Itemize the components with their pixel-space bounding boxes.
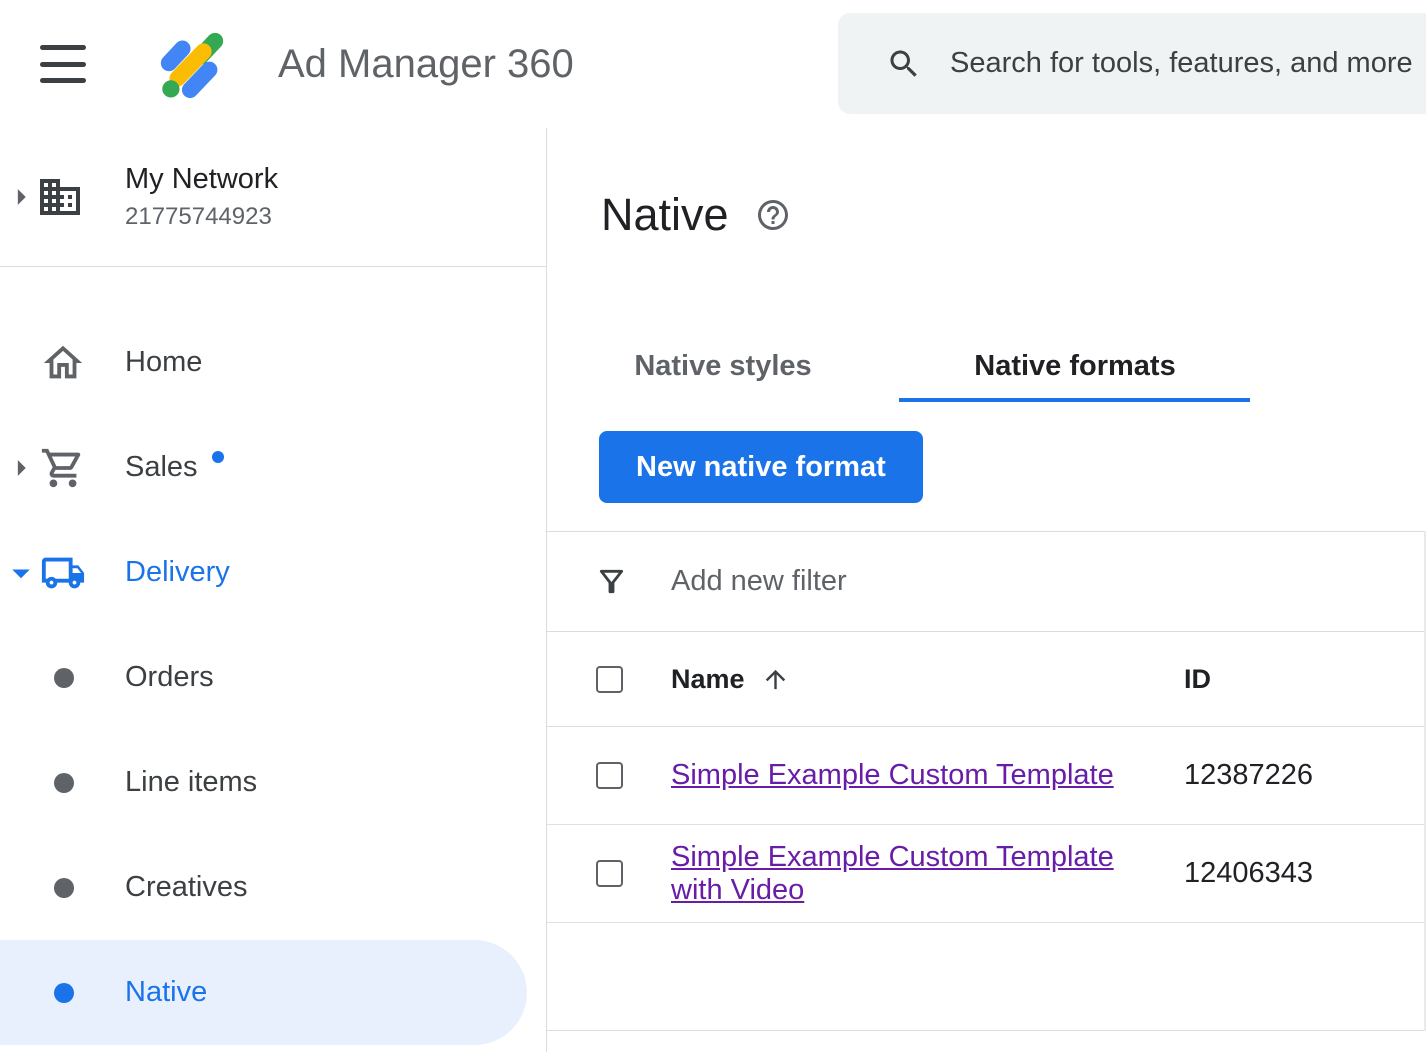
sidebar-item-label: Creatives [125, 871, 248, 904]
tab-native-formats[interactable]: Native formats [899, 330, 1251, 402]
sidebar: My Network 21775744923 Home [0, 128, 547, 1052]
help-icon[interactable] [755, 197, 791, 233]
row-checkbox[interactable] [596, 860, 623, 887]
sort-up-icon[interactable] [761, 665, 790, 694]
expand-right-icon[interactable] [2, 449, 40, 487]
new-native-format-button[interactable]: New native format [599, 431, 923, 503]
sidebar-item-delivery[interactable]: Delivery [0, 520, 546, 625]
home-icon [40, 340, 86, 386]
network-selector[interactable]: My Network 21775744923 [0, 128, 546, 267]
sidebar-item-label: Home [125, 346, 202, 379]
top-bar: Ad Manager 360 [0, 0, 1426, 128]
sidebar-item-creatives[interactable]: Creatives [0, 835, 546, 940]
sidebar-item-label: Native [125, 976, 207, 1009]
product-name: Ad Manager 360 [278, 42, 574, 87]
sidebar-nav: Home Sales [0, 267, 546, 1045]
sidebar-item-line-items[interactable]: Line items [0, 730, 546, 835]
main-content: Native Native styles Native formats New … [547, 128, 1426, 1052]
shopping-cart-icon [40, 445, 86, 491]
sidebar-item-label: Orders [125, 661, 214, 694]
page-title-row: Native [601, 189, 1426, 241]
native-format-id: 12387226 [1184, 759, 1424, 792]
search-bar[interactable] [838, 13, 1426, 114]
bullet-icon [54, 878, 74, 898]
native-format-id: 12406343 [1184, 857, 1424, 890]
add-filter-label: Add new filter [671, 565, 847, 598]
network-info: My Network 21775744923 [125, 163, 546, 231]
network-id: 21775744923 [125, 203, 546, 231]
column-header-id: ID [1184, 664, 1424, 695]
search-icon [886, 46, 922, 82]
sidebar-item-home[interactable]: Home [0, 310, 546, 415]
notification-dot [212, 451, 224, 463]
table-row: Simple Example Custom Template 12387226 [547, 727, 1424, 825]
sidebar-item-label: Line items [125, 766, 257, 799]
select-all-checkbox[interactable] [596, 666, 623, 693]
table-row: Simple Example Custom Template with Vide… [547, 825, 1424, 923]
sidebar-item-native[interactable]: Native [0, 940, 527, 1045]
tab-native-styles[interactable]: Native styles [547, 330, 899, 402]
hamburger-menu-icon[interactable] [40, 45, 86, 83]
search-input[interactable] [950, 47, 1426, 80]
filter-funnel-icon [594, 564, 629, 599]
sidebar-item-orders[interactable]: Orders [0, 625, 546, 730]
building-icon [36, 173, 84, 221]
add-filter-row[interactable]: Add new filter [547, 531, 1424, 632]
column-header-name[interactable]: Name [671, 664, 1184, 695]
native-format-link[interactable]: Simple Example Custom Template [671, 759, 1114, 792]
tab-bar: Native styles Native formats [547, 330, 1426, 402]
sidebar-item-label: Delivery [125, 556, 230, 589]
truck-icon [40, 550, 86, 596]
row-checkbox[interactable] [596, 762, 623, 789]
home-logo-link[interactable]: Ad Manager 360 [146, 18, 574, 110]
sidebar-item-sales[interactable]: Sales [0, 415, 546, 520]
sidebar-item-label: Sales [125, 451, 198, 484]
ad-manager-logo-icon [146, 18, 238, 110]
network-name: My Network [125, 163, 546, 196]
page-title: Native [601, 189, 729, 241]
expand-right-icon[interactable] [2, 178, 40, 216]
bullet-icon [54, 983, 74, 1003]
bullet-icon [54, 773, 74, 793]
native-format-link[interactable]: Simple Example Custom Template with Vide… [671, 841, 1139, 907]
native-formats-table: Add new filter Name ID Simple Example Cu… [547, 531, 1426, 1031]
table-empty-row [547, 923, 1424, 1031]
collapse-down-icon[interactable] [0, 552, 42, 594]
table-header-row: Name ID [547, 632, 1424, 727]
ad-manager-app: Ad Manager 360 My Network 21775744923 [0, 0, 1426, 1052]
bullet-icon [54, 668, 74, 688]
